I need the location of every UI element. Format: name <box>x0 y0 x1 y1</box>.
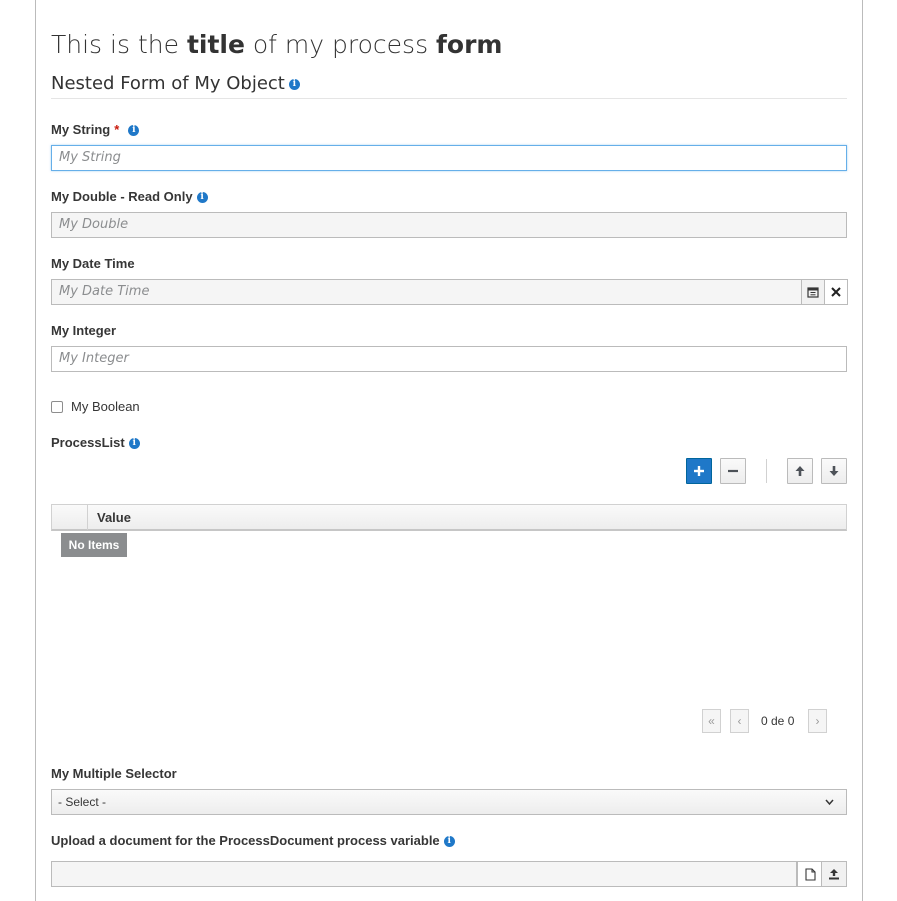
process-list-label: ProcessList i <box>51 435 140 450</box>
my-double-label: My Double - Read Only i <box>51 189 208 204</box>
move-up-button[interactable] <box>787 458 813 484</box>
my-integer-input[interactable]: My Integer <box>51 346 847 372</box>
chevron-left-icon: ‹ <box>737 714 742 728</box>
chevron-down-icon <box>825 790 834 822</box>
value-column-header[interactable]: Value <box>97 510 131 525</box>
info-icon[interactable]: i <box>443 836 455 848</box>
my-boolean-checkbox[interactable] <box>51 401 63 413</box>
file-icon <box>804 867 816 881</box>
close-icon[interactable] <box>824 279 848 305</box>
info-icon[interactable]: i <box>196 192 208 204</box>
minus-icon <box>728 469 738 473</box>
move-down-button[interactable] <box>821 458 847 484</box>
upload-label: Upload a document for the ProcessDocumen… <box>51 833 455 848</box>
next-page-button[interactable]: › <box>808 709 827 733</box>
my-integer-label: My Integer <box>51 323 117 338</box>
my-double-input: My Double <box>51 212 847 238</box>
first-page-button[interactable]: « <box>702 709 721 733</box>
select-file-button[interactable] <box>797 861 823 887</box>
info-icon[interactable]: i <box>128 125 140 137</box>
required-marker: * <box>114 122 120 137</box>
upload-button[interactable] <box>821 861 847 887</box>
upload-icon <box>829 869 839 880</box>
process-list-table-header: Value <box>51 504 847 531</box>
remove-item-button[interactable] <box>720 458 746 484</box>
multiple-selector-dropdown[interactable]: - Select - <box>51 789 847 815</box>
multiple-selector-label: My Multiple Selector <box>51 766 177 781</box>
my-boolean-label[interactable]: My Boolean <box>71 399 140 414</box>
my-string-input[interactable]: My String <box>51 145 847 171</box>
previous-page-button[interactable]: ‹ <box>730 709 749 733</box>
info-icon[interactable]: i <box>128 438 140 450</box>
calendar-icon[interactable] <box>801 279 825 305</box>
process-list-label-text: ProcessList <box>51 435 125 450</box>
add-item-button[interactable] <box>686 458 712 484</box>
pagination-status: 0 de 0 <box>761 714 795 728</box>
arrow-down-icon <box>829 466 839 476</box>
my-date-time-input[interactable]: My Date Time <box>51 279 802 305</box>
empty-table-message: No Items <box>61 533 127 557</box>
arrow-up-icon <box>795 466 805 476</box>
upload-file-field[interactable] <box>51 861 797 887</box>
chevron-right-icon: › <box>815 714 820 728</box>
my-date-time-label: My Date Time <box>51 256 135 271</box>
close-icon-glyph <box>831 287 841 297</box>
calendar-icon-glyph <box>807 287 819 298</box>
multiple-selector-value: - Select - <box>58 795 107 809</box>
info-icon[interactable]: i <box>288 78 300 90</box>
upload-label-text: Upload a document for the ProcessDocumen… <box>51 833 440 848</box>
selection-column-header[interactable] <box>52 505 88 530</box>
section-title: Nested Form of My Object i <box>51 73 847 99</box>
section-title-text: Nested Form of My Object <box>51 73 285 94</box>
form-title: This is the title of my process form <box>51 30 503 59</box>
my-double-label-text: My Double - Read Only <box>51 189 193 204</box>
my-string-label: My String * i <box>51 122 140 137</box>
my-string-label-text: My String <box>51 122 111 137</box>
toolbar-separator <box>766 459 767 483</box>
plus-icon <box>694 466 704 476</box>
double-chevron-left-icon: « <box>708 714 715 728</box>
